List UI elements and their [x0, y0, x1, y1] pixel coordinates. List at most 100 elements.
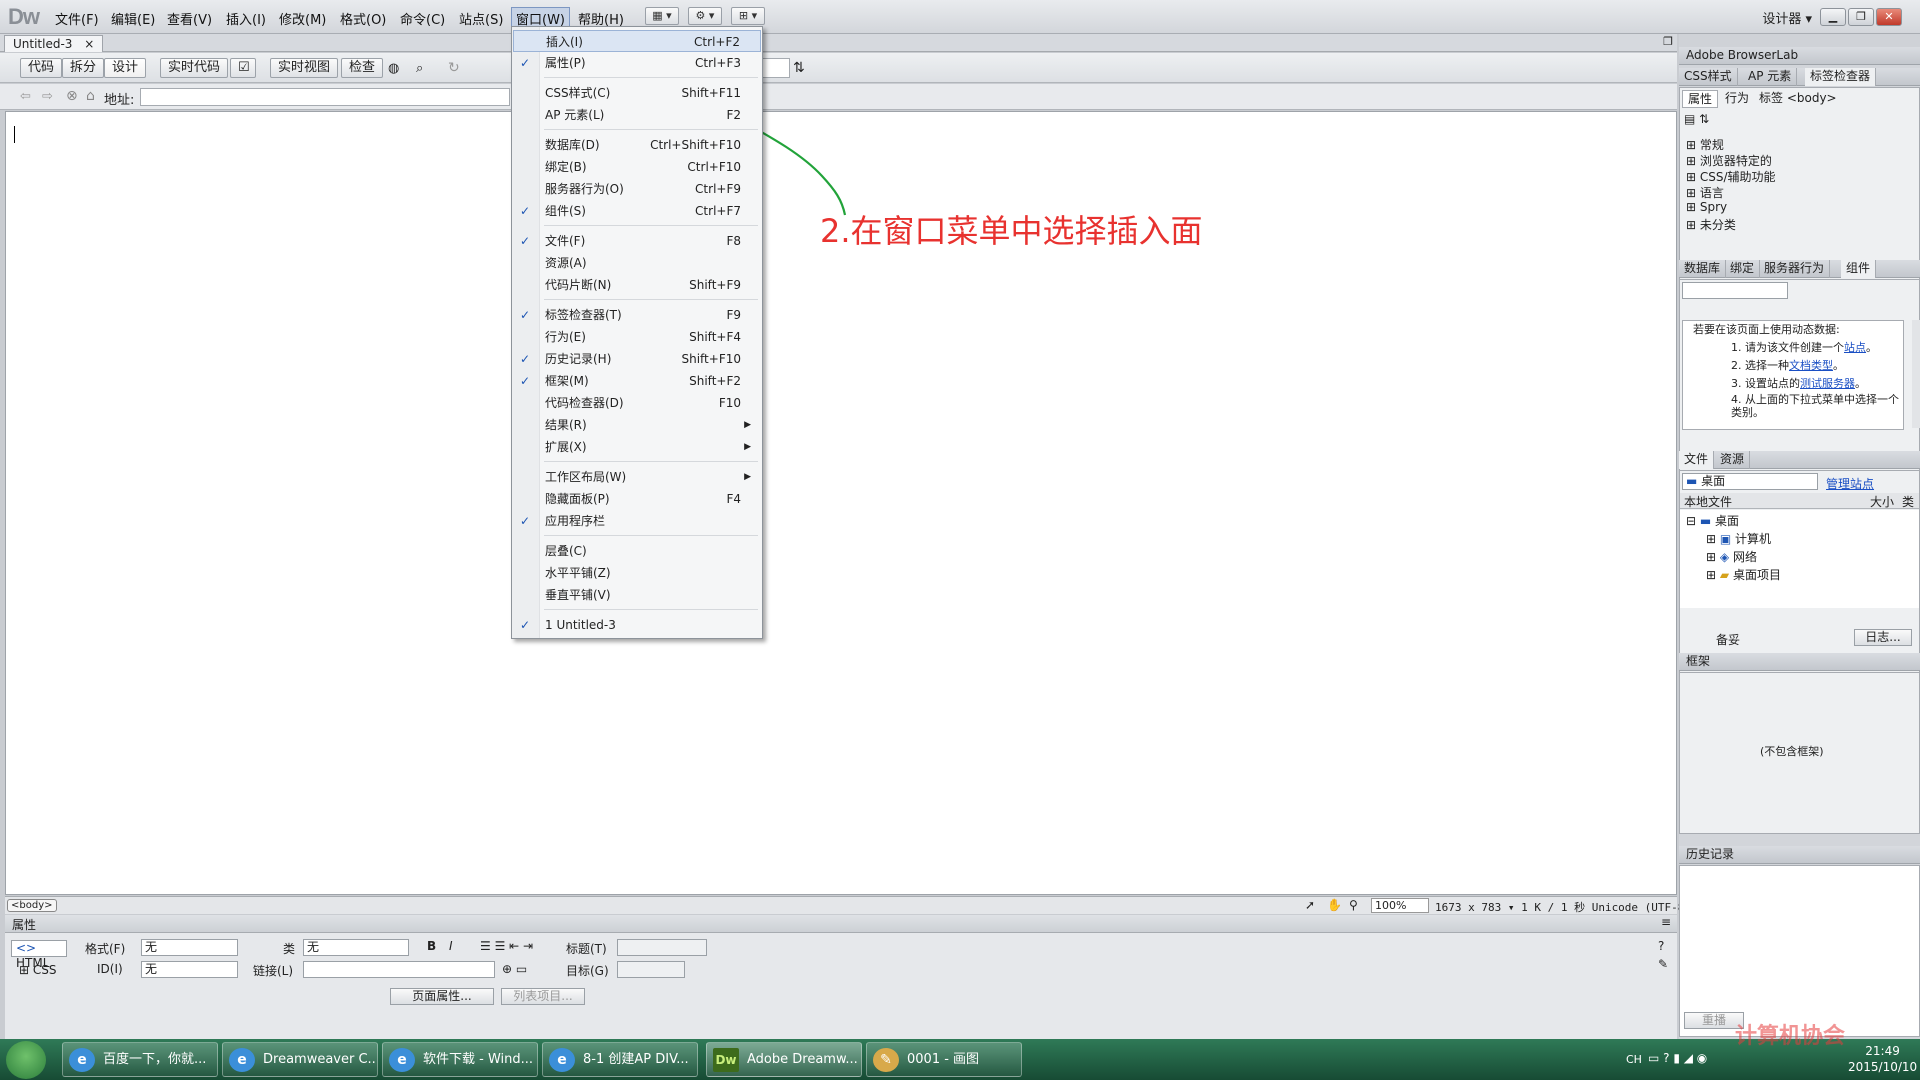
- menu-view[interactable]: 查看(V): [167, 9, 212, 28]
- window-menu-item[interactable]: 垂直平铺(V): [513, 584, 761, 606]
- menu-edit[interactable]: 编辑(E): [111, 9, 155, 28]
- forward-icon[interactable]: ⇨: [42, 89, 53, 104]
- window-menu-item[interactable]: 层叠(C): [513, 540, 761, 562]
- minimize-button[interactable]: ▁: [1820, 8, 1846, 26]
- dock-collapse-bar[interactable]: [1679, 34, 1920, 48]
- link-input[interactable]: [303, 961, 495, 978]
- tag-group[interactable]: ⊞ 未分类: [1686, 216, 1736, 233]
- taskbar-item[interactable]: e 百度一下，你就...: [62, 1042, 218, 1077]
- tab-tag-inspector[interactable]: 标签检查器: [1805, 68, 1877, 86]
- bold-button[interactable]: B: [427, 939, 436, 953]
- menu-modify[interactable]: 修改(M): [279, 9, 326, 28]
- pointer-tool-icon[interactable]: ➚: [1305, 898, 1315, 912]
- menu-file[interactable]: 文件(F): [55, 9, 99, 28]
- taskbar-item[interactable]: e 软件下载 - Wind...: [382, 1042, 538, 1077]
- zoom-select[interactable]: 100%: [1371, 898, 1429, 913]
- site-icon[interactable]: ⊞ ▾: [731, 7, 765, 25]
- id-select[interactable]: 无: [141, 961, 238, 978]
- subtab-attributes[interactable]: 属性: [1682, 90, 1719, 108]
- frames-header[interactable]: 框架: [1679, 653, 1920, 671]
- tree-item[interactable]: ⊞ ▰ 桌面项目: [1706, 566, 1781, 583]
- italic-button[interactable]: I: [449, 939, 453, 953]
- validate-icon[interactable]: ☑: [230, 58, 256, 78]
- tag-selector[interactable]: <body>: [7, 899, 57, 912]
- panel-menu-icon[interactable]: ≡: [1661, 915, 1671, 929]
- tag-group[interactable]: ⊞ 语言: [1686, 184, 1724, 201]
- tag-group[interactable]: ⊞ CSS/辅助功能: [1686, 168, 1776, 185]
- window-menu-item[interactable]: ✓ 框架(M) Shift+F2: [513, 370, 761, 392]
- window-menu-item[interactable]: 代码检查器(D) F10: [513, 392, 761, 414]
- address-input[interactable]: [140, 88, 510, 106]
- window-menu-item[interactable]: 绑定(B) Ctrl+F10: [513, 156, 761, 178]
- window-menu-item[interactable]: 代码片断(N) Shift+F9: [513, 274, 761, 296]
- window-menu-item[interactable]: ✓ 文件(F) F8: [513, 230, 761, 252]
- menu-insert[interactable]: 插入(I): [226, 9, 266, 28]
- window-menu-item[interactable]: ✓ 1 Untitled-3: [513, 614, 761, 636]
- tab-ap-elements[interactable]: AP 元素: [1743, 68, 1798, 86]
- tab-databases[interactable]: 数据库: [1679, 260, 1727, 278]
- link-browse-icon[interactable]: ⊕ ▭: [502, 962, 527, 976]
- tab-css-styles[interactable]: CSS样式: [1679, 68, 1738, 86]
- menu-format[interactable]: 格式(O): [340, 9, 386, 28]
- zoom-tool-icon[interactable]: ⚲: [1349, 898, 1358, 912]
- window-menu-item[interactable]: 扩展(X) ▶: [513, 436, 761, 458]
- tree-item[interactable]: ⊞ ▣ 计算机: [1706, 530, 1771, 547]
- workspace-switcher[interactable]: 设计器 ▾: [1762, 8, 1812, 27]
- tab-assets[interactable]: 资源: [1715, 451, 1751, 469]
- tree-item[interactable]: ⊞ ◈ 网络: [1706, 548, 1757, 565]
- home-icon[interactable]: ⌂: [86, 88, 95, 104]
- code-view-button[interactable]: 代码: [20, 58, 63, 78]
- title-input[interactable]: [617, 939, 707, 956]
- system-clock[interactable]: 21:49 2015/10/10: [1848, 1043, 1917, 1075]
- test-server-link[interactable]: 测试服务器: [1800, 377, 1855, 390]
- restore-button[interactable]: ❐: [1848, 8, 1874, 26]
- window-menu-item[interactable]: 插入(I) Ctrl+F2: [513, 30, 761, 52]
- tab-components[interactable]: 组件: [1841, 260, 1877, 278]
- window-menu-item[interactable]: 结果(R) ▶: [513, 414, 761, 436]
- live-view-button[interactable]: 实时视图: [270, 58, 339, 78]
- html-mode-button[interactable]: <> HTML: [11, 940, 67, 970]
- restore-doc-icon[interactable]: ❐: [1663, 35, 1673, 48]
- site-select[interactable]: ▬ 桌面: [1682, 473, 1818, 490]
- live-code-button[interactable]: 实时代码: [160, 58, 229, 78]
- class-select[interactable]: 无: [303, 939, 409, 956]
- taskbar-item[interactable]: ✎ 0001 - 画图: [866, 1042, 1022, 1077]
- taskbar-item[interactable]: e 8-1 创建AP DIV...: [542, 1042, 698, 1077]
- window-menu-item[interactable]: 数据库(D) Ctrl+Shift+F10: [513, 134, 761, 156]
- log-button[interactable]: 日志...: [1854, 629, 1912, 646]
- gear-icon[interactable]: ⚙ ▾: [688, 7, 722, 25]
- window-menu-item[interactable]: 资源(A): [513, 252, 761, 274]
- split-view-button[interactable]: 拆分: [62, 58, 105, 78]
- list-item-button[interactable]: 列表项目...: [501, 988, 585, 1005]
- component-type-select[interactable]: [1682, 282, 1788, 299]
- menu-site[interactable]: 站点(S): [459, 9, 503, 28]
- page-properties-button[interactable]: 页面属性...: [390, 988, 494, 1005]
- manage-site-link[interactable]: 管理站点: [1826, 475, 1874, 492]
- window-menu-item[interactable]: ✓ 组件(S) Ctrl+F7: [513, 200, 761, 222]
- help-icon[interactable]: ?: [1658, 939, 1664, 953]
- window-menu-item[interactable]: 水平平铺(Z): [513, 562, 761, 584]
- tab-server-behaviors[interactable]: 服务器行为: [1759, 260, 1831, 278]
- browserlab-header[interactable]: Adobe BrowserLab: [1679, 47, 1920, 65]
- back-icon[interactable]: ⇦: [20, 89, 31, 104]
- preview-icon[interactable]: ⌕: [416, 61, 423, 76]
- hand-tool-icon[interactable]: ✋: [1327, 898, 1342, 912]
- window-menu-item[interactable]: ✓ 标签检查器(T) F9: [513, 304, 761, 326]
- site-link[interactable]: 站点: [1844, 341, 1866, 354]
- menu-commands[interactable]: 命令(C): [400, 9, 445, 28]
- stop-icon[interactable]: ⊗: [66, 88, 78, 104]
- window-menu-item[interactable]: AP 元素(L) F2: [513, 104, 761, 126]
- subtab-behaviors[interactable]: 行为: [1720, 90, 1754, 108]
- design-view-button[interactable]: 设计: [104, 58, 147, 78]
- tree-item[interactable]: ⊟ ▬ 桌面: [1686, 512, 1739, 529]
- window-menu-item[interactable]: CSS样式(C) Shift+F11: [513, 82, 761, 104]
- tab-bindings[interactable]: 绑定: [1725, 260, 1761, 278]
- globe-icon[interactable]: ◍: [388, 61, 399, 76]
- layout-icon[interactable]: ▦ ▾: [645, 7, 679, 25]
- doctype-link[interactable]: 文档类型: [1789, 359, 1833, 372]
- scrollbar[interactable]: [1912, 320, 1920, 428]
- list-icons[interactable]: ☰ ☰ ⇤ ⇥: [480, 939, 533, 953]
- taskbar-item[interactable]: e Dreamweaver C...: [222, 1042, 378, 1077]
- refresh-icon[interactable]: ↻: [448, 60, 460, 76]
- target-select[interactable]: [617, 961, 685, 978]
